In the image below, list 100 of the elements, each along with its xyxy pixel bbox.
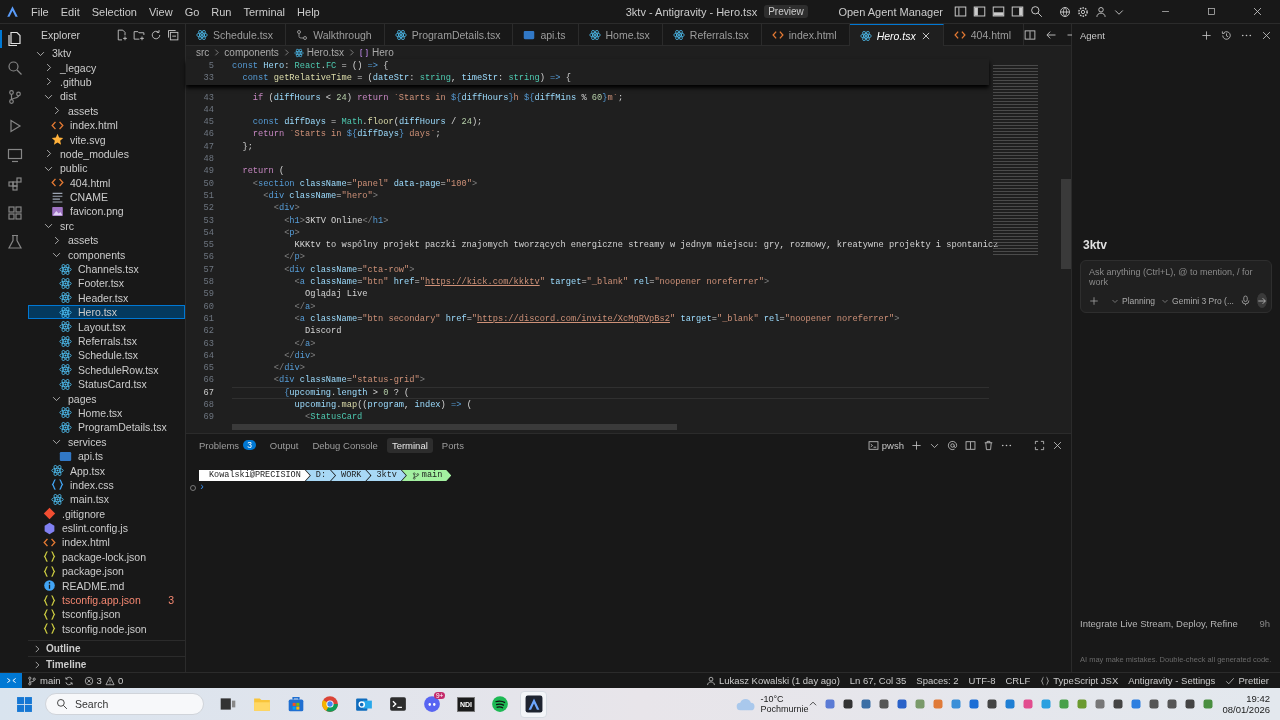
tree-item[interactable]: StatusCard.tsx <box>28 377 185 392</box>
tray-icon[interactable] <box>878 698 891 710</box>
status-item[interactable]: Ln 67, Col 35 <box>844 675 912 686</box>
tree-item[interactable]: tsconfig.json <box>28 607 185 622</box>
folder-item[interactable]: assets <box>28 103 185 118</box>
close-icon[interactable] <box>1261 29 1272 41</box>
folder-item[interactable]: components <box>28 247 185 262</box>
debug-icon[interactable] <box>7 118 23 134</box>
menu-item[interactable]: Run <box>205 3 238 20</box>
store-icon[interactable] <box>286 695 305 713</box>
panel-tab[interactable]: Problems 3 <box>194 437 261 453</box>
vertical-scrollbar[interactable] <box>1061 179 1071 269</box>
tree-item[interactable]: index.html <box>28 117 185 133</box>
menu-item[interactable]: Go <box>178 3 206 20</box>
new-folder-icon[interactable] <box>133 29 145 41</box>
tree-item[interactable]: .gitignore <box>28 506 185 521</box>
folder-item[interactable]: .github <box>28 74 185 90</box>
status-item[interactable]: Prettier <box>1220 675 1274 686</box>
tray-icon[interactable] <box>1184 698 1197 710</box>
terminal-icon[interactable] <box>388 695 407 713</box>
tree-item[interactable]: Header.tsx <box>28 290 185 306</box>
editor-tab[interactable]: Hero.tsx <box>849 24 944 46</box>
tree-item[interactable]: Home.tsx <box>28 405 185 421</box>
split-editor-icon[interactable] <box>1024 28 1036 41</box>
folder-item[interactable]: assets <box>28 233 185 248</box>
chat-input-field[interactable]: Ask anything (Ctrl+L), @ to mention, / for work Planning Gemini 3 Pro (... <box>1080 260 1272 313</box>
status-item[interactable]: Lukasz Kowalski (1 day ago) <box>700 675 845 686</box>
mention-icon[interactable] <box>947 439 958 451</box>
grid-icon[interactable] <box>7 205 23 221</box>
mode-dropdown[interactable]: Planning <box>1111 295 1156 306</box>
collapse-all-icon[interactable] <box>167 29 179 41</box>
tree-item[interactable]: Layout.tsx <box>28 319 185 334</box>
microphone-icon[interactable] <box>1240 295 1251 306</box>
tree-item[interactable]: README.md <box>28 578 185 593</box>
tree-item[interactable]: tsconfig.app.json 3 <box>28 592 185 608</box>
tree-item[interactable]: ProgramDetails.tsx <box>28 420 185 435</box>
chevron-up-icon[interactable] <box>808 699 819 709</box>
remote-button[interactable] <box>0 673 22 688</box>
tree-item[interactable]: index.html <box>28 535 185 550</box>
branch-indicator[interactable]: main <box>22 675 79 686</box>
sidebar-left-icon[interactable] <box>973 5 986 18</box>
close-icon[interactable] <box>1251 6 1263 17</box>
status-item[interactable]: UTF-8 <box>963 675 1001 686</box>
model-dropdown[interactable]: Gemini 3 Pro (... <box>1161 295 1234 306</box>
tree-item[interactable]: eslint.config.js <box>28 520 185 536</box>
tree-item[interactable]: tsconfig.node.json <box>28 621 185 636</box>
tree-item[interactable]: favicon.png <box>28 204 185 219</box>
extensions-icon[interactable] <box>7 176 23 192</box>
status-item[interactable]: TypeScript JSX <box>1035 675 1124 686</box>
chat-icon[interactable] <box>422 695 441 713</box>
terminal-profile[interactable]: pwsh <box>867 439 904 451</box>
new-file-icon[interactable] <box>116 29 128 41</box>
breadcrumb-item[interactable]: Hero <box>372 47 394 58</box>
tree-item[interactable]: Schedule.tsx <box>28 348 185 363</box>
problems-indicator[interactable]: 3 0 <box>78 675 129 686</box>
windows-logo-icon[interactable] <box>16 695 33 713</box>
folder-item[interactable]: src <box>28 218 185 234</box>
account-icon[interactable] <box>1095 5 1107 18</box>
mail-icon[interactable] <box>354 695 373 713</box>
panel-tab[interactable]: Ports <box>436 437 469 453</box>
folder-item[interactable]: _legacy <box>28 60 185 75</box>
search-field[interactable]: Search <box>45 693 205 715</box>
tree-item[interactable]: ScheduleRow.tsx <box>28 362 185 377</box>
sidebar-layout-icon[interactable] <box>954 5 967 18</box>
tree-item[interactable]: vite.svg <box>28 132 185 147</box>
menu-item[interactable]: View <box>142 3 179 20</box>
panel-bottom-icon[interactable] <box>992 5 1005 18</box>
tree-item[interactable]: 404.html <box>28 175 185 190</box>
tray-icon[interactable] <box>986 698 999 710</box>
music-icon[interactable] <box>490 695 509 713</box>
editor-tab[interactable]: api.ts <box>513 24 579 45</box>
panel-tab[interactable]: Debug Console <box>307 437 383 453</box>
tree-item[interactable]: Hero.tsx <box>28 305 185 320</box>
menu-item[interactable]: Help <box>291 3 326 20</box>
horizontal-scrollbar[interactable] <box>232 424 677 430</box>
folder-item[interactable]: 3ktv <box>28 46 185 61</box>
tree-item[interactable]: CNAME <box>28 189 185 205</box>
maximize-icon[interactable] <box>1205 6 1217 17</box>
menu-item[interactable]: File <box>25 3 55 20</box>
history-icon[interactable] <box>1221 29 1232 41</box>
send-button[interactable] <box>1257 293 1267 308</box>
split-icon[interactable] <box>965 439 976 451</box>
menu-item[interactable]: Selection <box>85 3 143 20</box>
back-arrow-icon[interactable] <box>1045 28 1057 41</box>
breadcrumb-item[interactable]: Hero.tsx <box>306 47 345 58</box>
globe-icon[interactable] <box>1059 5 1071 18</box>
editor-tab[interactable]: ProgramDetails.tsx <box>384 24 514 45</box>
status-item[interactable]: Spaces: 2 <box>911 675 964 686</box>
code-link[interactable]: https://discord.com/invite/XcMgRVpBs2 <box>477 313 670 324</box>
tray-icon[interactable] <box>896 698 909 710</box>
menu-item[interactable]: Edit <box>54 3 86 20</box>
tray-icon[interactable] <box>1166 698 1179 710</box>
folder-item[interactable]: public <box>28 161 185 176</box>
editor-tab[interactable]: index.html <box>761 24 850 45</box>
tray-icon[interactable] <box>1112 698 1125 710</box>
breadcrumb-item[interactable]: components <box>224 47 279 58</box>
breadcrumb-item[interactable]: src <box>196 47 210 58</box>
plus-icon[interactable] <box>1201 29 1212 41</box>
search-icon[interactable] <box>1030 5 1043 18</box>
panel-tab[interactable]: Terminal <box>386 437 433 453</box>
